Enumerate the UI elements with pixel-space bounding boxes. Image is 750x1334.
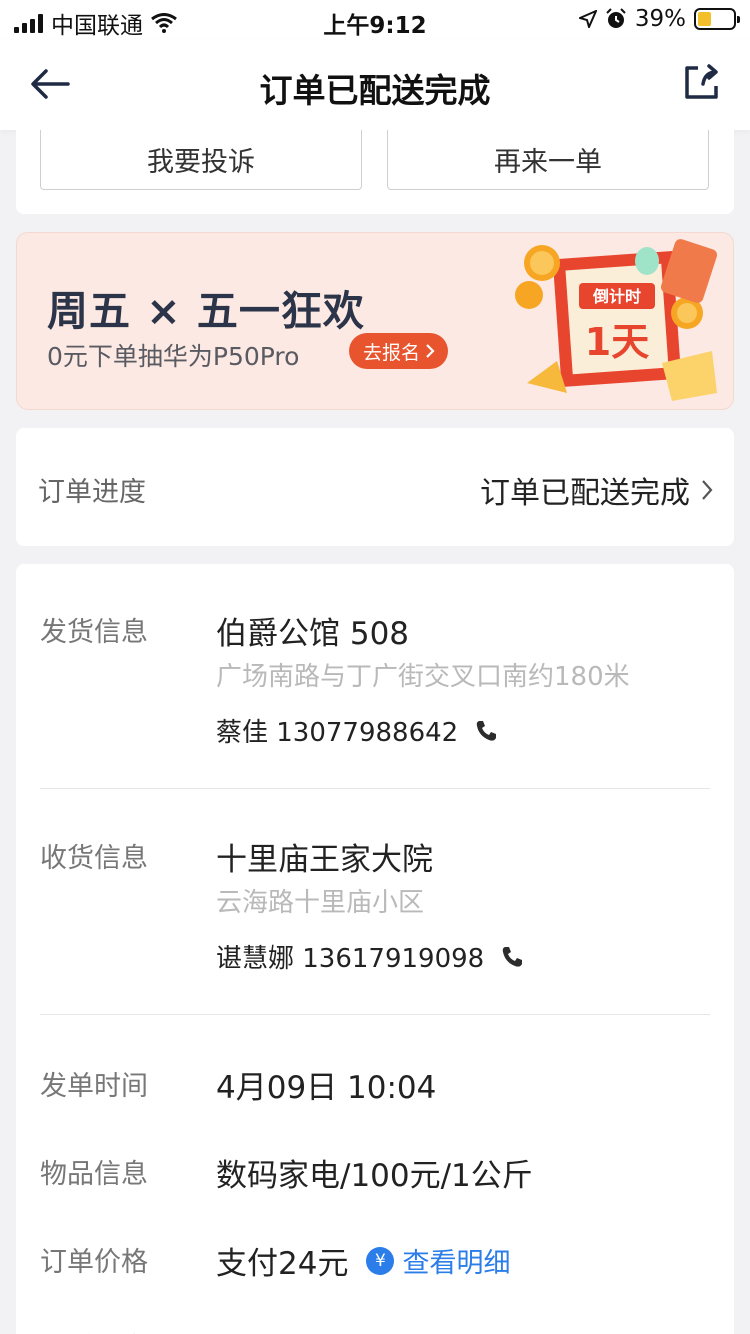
goods-label: 物品信息 (40, 1159, 148, 1190)
status-right: 39% (578, 6, 740, 32)
order-time-label: 发单时间 (40, 1071, 148, 1102)
view-detail-link: 查看明细 (402, 1248, 511, 1279)
countdown-illustration: 倒计时 1天 (515, 239, 718, 401)
countdown-days: 1天 (585, 320, 649, 364)
complain-button[interactable]: 我要投诉 (40, 130, 362, 190)
page-title: 订单已配送完成 (259, 71, 491, 110)
distance-label: 配送距离 (40, 1326, 148, 1334)
countdown-label: 倒计时 (592, 287, 641, 306)
sender-name: 伯爵公馆 508 (216, 616, 410, 652)
location-arrow-icon (578, 10, 597, 28)
price-row: 支付24元 ¥ 查看明细 (216, 1238, 510, 1283)
progress-label: 订单进度 (38, 477, 146, 508)
chevron-right-icon (702, 480, 713, 500)
battery-icon (694, 8, 740, 30)
progress-status-text: 订单已配送完成 (480, 476, 690, 511)
share-icon[interactable] (682, 62, 722, 102)
sender-label: 发货信息 (40, 617, 148, 648)
divider (40, 1014, 710, 1015)
distance-value: 2.0公里 (216, 1324, 327, 1334)
goods-value: 数码家电/100元/1公斤 (216, 1158, 533, 1194)
phone-icon[interactable] (500, 945, 524, 969)
phone-icon[interactable] (474, 719, 498, 743)
progress-status: 订单已配送完成 (480, 468, 714, 512)
receiver-contact: 谌慧娜 13617919098 (216, 938, 524, 975)
divider (40, 788, 710, 789)
receiver-address: 云海路十里庙小区 (216, 888, 425, 918)
nav-bar: 订单已配送完成 (0, 40, 750, 130)
battery-percent: 39% (634, 6, 686, 32)
order-detail-page: 中国联通 上午9:12 39% 订单已配送完成 我要投诉 再来一单 周五 × 五… (0, 0, 750, 1334)
promo-banner[interactable]: 周五 × 五一狂欢 0元下单抽华为P50Pro 去报名 倒计时 1天 (16, 232, 734, 410)
sender-contact: 蔡佳 13077988642 (216, 712, 498, 749)
status-bar: 中国联通 上午9:12 39% (0, 0, 750, 40)
receiver-contact-text: 谌慧娜 13617919098 (216, 944, 485, 974)
sender-contact-text: 蔡佳 13077988642 (216, 718, 459, 748)
battery-level (698, 12, 712, 26)
order-actions-card: 我要投诉 再来一单 (16, 130, 734, 214)
price-detail-link[interactable]: ¥ 查看明细 (366, 1241, 510, 1280)
banner-title: 周五 × 五一狂欢 (47, 287, 365, 335)
order-progress-row[interactable]: 订单进度 订单已配送完成 (16, 428, 734, 546)
banner-cta-label: 去报名 (363, 341, 421, 364)
yen-icon: ¥ (366, 1246, 395, 1275)
banner-subtitle: 0元下单抽华为P50Pro (47, 342, 300, 371)
banner-signup-button[interactable]: 去报名 (349, 333, 449, 369)
receiver-label: 收货信息 (40, 843, 148, 874)
chevron-right-icon (426, 344, 435, 358)
order-details-card: 发货信息 伯爵公馆 508 广场南路与丁广街交叉口南约180米 蔡佳 13077… (16, 564, 734, 1334)
price-label: 订单价格 (40, 1247, 148, 1278)
price-value: 支付24元 (216, 1246, 349, 1282)
receiver-name: 十里庙王家大院 (216, 842, 433, 878)
order-time-value: 4月09日 10:04 (216, 1070, 437, 1106)
reorder-button[interactable]: 再来一单 (387, 130, 709, 190)
sender-address: 广场南路与丁广街交叉口南约180米 (216, 662, 630, 692)
alarm-icon (606, 8, 626, 28)
